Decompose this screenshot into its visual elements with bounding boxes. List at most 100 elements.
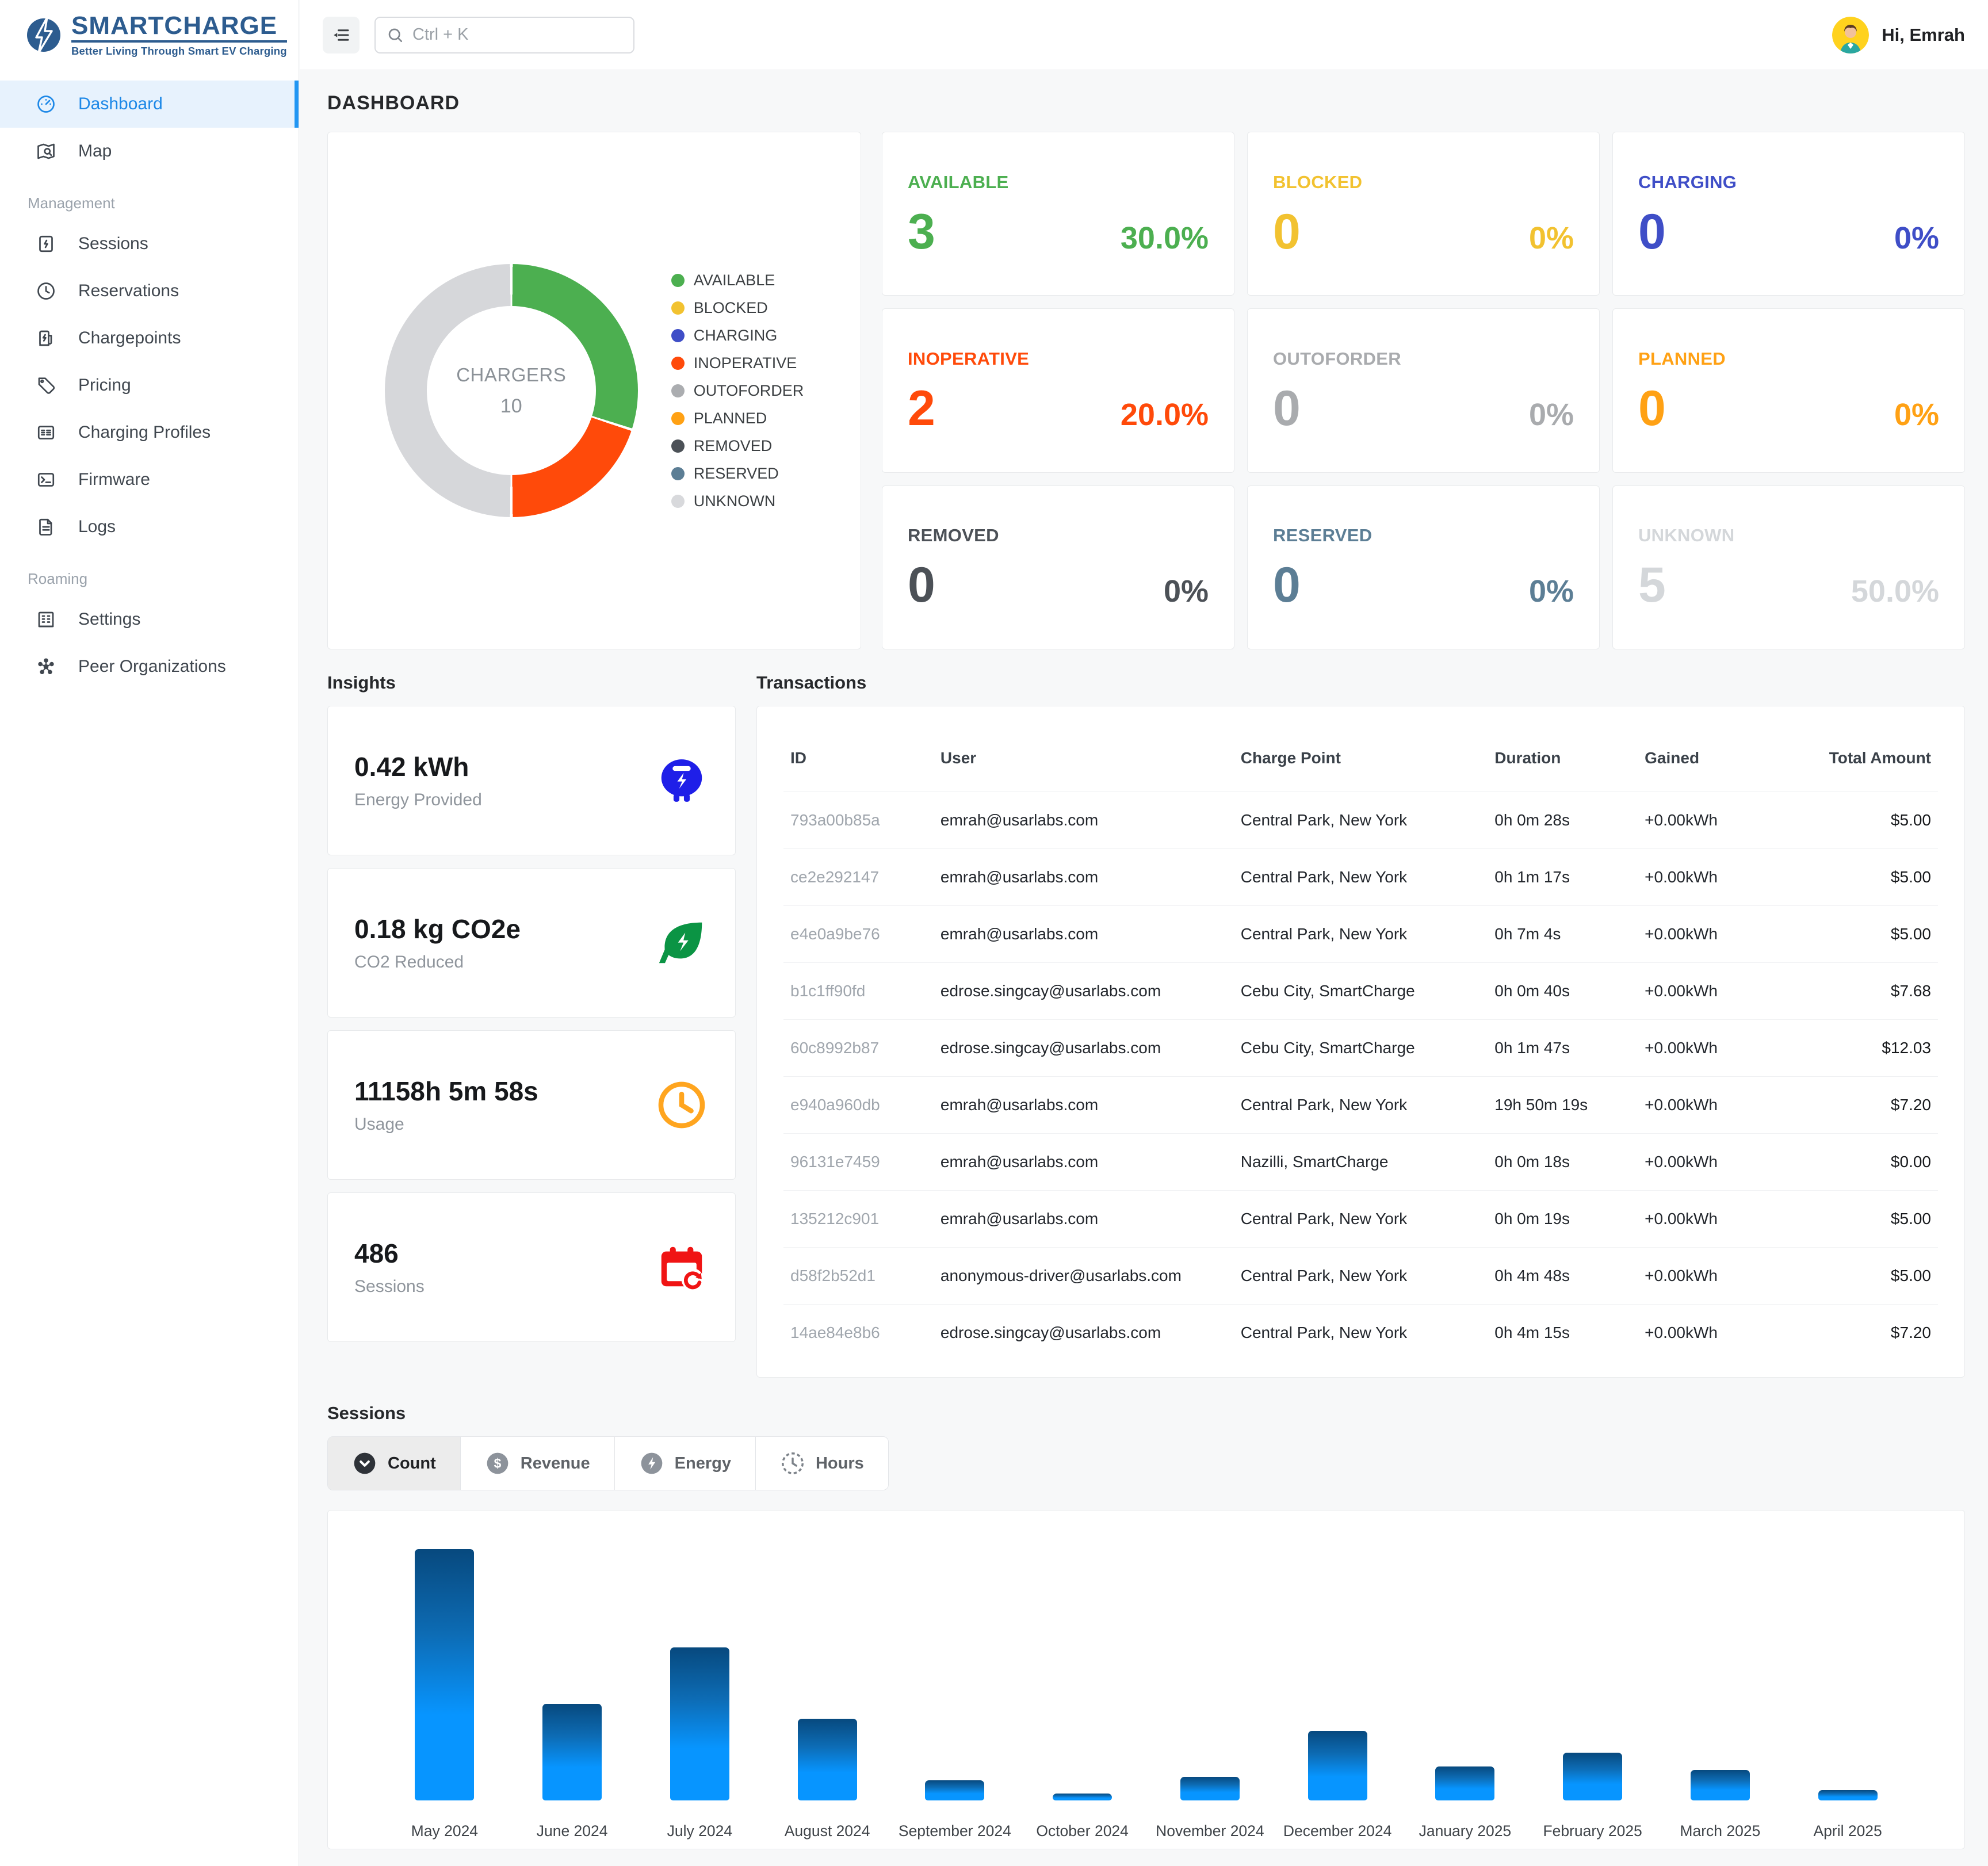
col-header-gained: Gained [1638, 721, 1776, 792]
table-row: b1c1ff90fdedrose.singcay@usarlabs.comCeb… [783, 963, 1938, 1020]
sidebar-item-label: Reservations [78, 281, 179, 301]
legend-item: RESERVED [671, 465, 804, 483]
sidebar-nav: Dashboard Map Management Sessions Reserv… [0, 70, 299, 690]
col-header-id: ID [783, 721, 934, 792]
sidebar-item-settings[interactable]: Settings [0, 596, 299, 643]
legend-dot [671, 274, 685, 287]
legend-dot [671, 467, 685, 480]
bar-august-2024 [798, 1719, 857, 1800]
logo[interactable]: SMARTCHARGE Better Living Through Smart … [0, 0, 299, 70]
chargers-overview-section: CHARGERS 10 AVAILABLE BLOCKED CHARGING I… [327, 132, 1965, 649]
bars-row [381, 1547, 1911, 1800]
sidebar-item-reservations[interactable]: Reservations [0, 267, 299, 315]
legend-dot [671, 495, 685, 508]
sidebar-item-dashboard[interactable]: Dashboard [0, 81, 299, 128]
status-count: 2 [908, 387, 935, 431]
chevron-down-circle-icon [352, 1451, 377, 1476]
legend-item: REMOVED [671, 437, 804, 455]
sidebar-item-label: Settings [78, 610, 140, 629]
status-count: 0 [1638, 210, 1666, 254]
table-row: d58f2b52d1anonymous-driver@usarlabs.comC… [783, 1248, 1938, 1305]
legend-item: PLANNED [671, 410, 804, 427]
table-row: 14ae84e8b6edrose.singcay@usarlabs.comCen… [783, 1305, 1938, 1362]
insight-card-sessions-count: 486 Sessions [327, 1192, 736, 1342]
chargers-donut-card: CHARGERS 10 AVAILABLE BLOCKED CHARGING I… [327, 132, 861, 649]
insights-column: Insights 0.42 kWh Energy Provided [327, 672, 736, 1342]
clock-icon [36, 281, 56, 301]
sidebar-item-map[interactable]: Map [0, 128, 299, 175]
transactions-column: Transactions ID User Charge Point Durati… [756, 672, 1965, 1378]
legend-dot [671, 439, 685, 453]
col-header-charge-point: Charge Point [1234, 721, 1488, 792]
legend-dot [671, 301, 685, 315]
bolt-circle-icon [639, 1451, 664, 1476]
main-content: DASHBOARD CHARGERS 10 AVAILABLE BLOCKED … [300, 70, 1988, 1866]
table-row: 96131e7459emrah@usarlabs.comNazilli, Sma… [783, 1134, 1938, 1191]
transactions-title: Transactions [756, 672, 1965, 693]
x-tick-label: September 2024 [891, 1822, 1019, 1840]
user-menu[interactable]: Hi, Emrah [1832, 17, 1965, 53]
avatar-person-icon [1832, 17, 1869, 53]
insights-transactions-section: Insights 0.42 kWh Energy Provided [327, 672, 1965, 1378]
bar-june-2024 [542, 1704, 602, 1800]
sidebar-item-label: Charging Profiles [78, 423, 211, 442]
search-box[interactable] [374, 17, 634, 53]
sidebar-item-label: Dashboard [78, 94, 163, 114]
table-header-row: ID User Charge Point Duration Gained Tot… [783, 721, 1938, 792]
legend-dot [671, 329, 685, 342]
insight-card-co2-reduced: 0.18 kg CO2e CO2 Reduced [327, 868, 736, 1018]
legend-item: UNKNOWN [671, 492, 804, 510]
sidebar-item-logs[interactable]: Logs [0, 503, 299, 550]
status-percent: 0% [1164, 573, 1209, 609]
collapse-sidebar-button[interactable] [323, 17, 360, 53]
svg-text:$: $ [494, 1456, 501, 1471]
sidebar-item-label: Sessions [78, 234, 148, 254]
table-row: 793a00b85aemrah@usarlabs.comCentral Park… [783, 792, 1938, 849]
sidebar-item-peer-organizations[interactable]: Peer Organizations [0, 643, 299, 690]
col-header-total-amount: Total Amount [1776, 721, 1938, 792]
dashboard-gauge-icon [36, 94, 56, 114]
status-card-available: AVAILABLE 330.0% [882, 132, 1234, 296]
dollar-circle-icon: $ [485, 1451, 510, 1476]
sidebar-item-charging-profiles[interactable]: Charging Profiles [0, 409, 299, 456]
tab-energy[interactable]: Energy [614, 1437, 755, 1490]
transactions-table: ID User Charge Point Duration Gained Tot… [783, 721, 1938, 1361]
sidebar-item-chargepoints[interactable]: Chargepoints [0, 315, 299, 362]
usage-clock-icon [655, 1078, 709, 1132]
sidebar-item-pricing[interactable]: Pricing [0, 362, 299, 409]
logo-bolt-icon [25, 17, 62, 53]
tab-revenue[interactable]: $ Revenue [460, 1437, 614, 1490]
legend-dot [671, 412, 685, 425]
sidebar-item-sessions[interactable]: Sessions [0, 220, 299, 267]
sidebar-item-label: Map [78, 142, 112, 161]
tab-hours[interactable]: Hours [755, 1437, 888, 1490]
search-input[interactable] [412, 25, 623, 44]
tab-count[interactable]: Count [328, 1437, 460, 1490]
status-count: 0 [1273, 387, 1301, 431]
status-percent: 20.0% [1121, 397, 1209, 433]
status-card-removed: REMOVED 00% [882, 485, 1234, 649]
sessions-tabs: Count $ Revenue Energy Hours [327, 1436, 889, 1490]
sidebar: SMARTCHARGE Better Living Through Smart … [0, 0, 299, 1866]
status-percent: 0% [1529, 220, 1574, 256]
bar-march-2025 [1691, 1770, 1750, 1800]
status-percent: 0% [1894, 397, 1939, 433]
table-row: e940a960dbemrah@usarlabs.comCentral Park… [783, 1077, 1938, 1134]
topbar: Hi, Emrah [300, 0, 1988, 70]
status-percent: 30.0% [1121, 220, 1209, 256]
sidebar-item-label: Pricing [78, 376, 131, 395]
status-card-blocked: BLOCKED 00% [1247, 132, 1600, 296]
insight-card-energy-provided: 0.42 kWh Energy Provided [327, 706, 736, 855]
sidebar-section-management: Management [0, 175, 299, 220]
sidebar-item-label: Peer Organizations [78, 657, 226, 676]
x-tick-label: August 2024 [763, 1822, 891, 1840]
bar-december-2024 [1308, 1731, 1367, 1800]
x-tick-label: January 2025 [1401, 1822, 1529, 1840]
sidebar-item-label: Logs [78, 517, 116, 537]
sidebar-item-firmware[interactable]: Firmware [0, 456, 299, 503]
dashed-clock-icon [780, 1451, 805, 1476]
sidebar-section-roaming: Roaming [0, 550, 299, 596]
status-count: 0 [1273, 210, 1301, 254]
insights-title: Insights [327, 672, 736, 693]
legend-dot [671, 357, 685, 370]
